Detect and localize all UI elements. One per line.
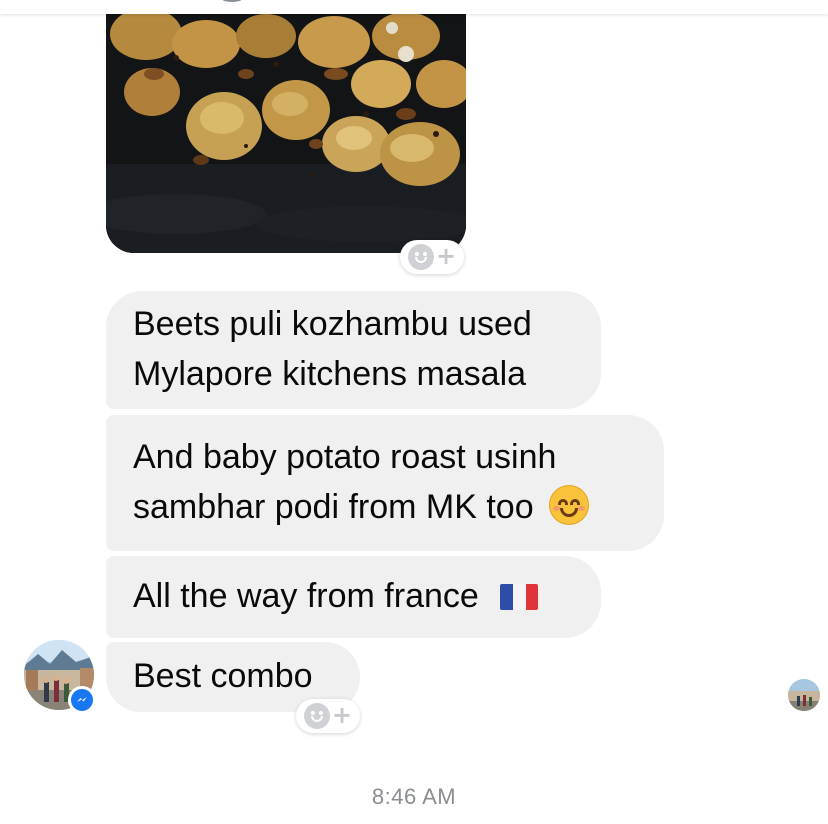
messenger-icon (68, 686, 96, 714)
add-reaction-icon (303, 703, 330, 729)
france-flag-emoji (500, 584, 539, 611)
add-reaction-button[interactable]: + (400, 240, 464, 274)
photo-attachment[interactable] (106, 14, 466, 253)
message-bubble[interactable]: And baby potato roast usinh sambhar podi… (106, 415, 664, 551)
message-text: And baby potato roast usinh (133, 438, 557, 477)
message-text: Mylapore kitchens masala (133, 355, 527, 393)
message-text: Best combo (133, 657, 313, 696)
plus-icon: + (331, 701, 353, 729)
add-reaction-button[interactable]: + (296, 699, 360, 733)
message-text: All the way from france (133, 577, 479, 616)
potato-roast-photo (106, 14, 466, 253)
message-text: Beets puli kozhambu used (133, 305, 532, 344)
message-bubble[interactable]: Beets puli kozhambu used Mylapore kitche… (106, 291, 601, 409)
header-bar-edge (0, 0, 828, 14)
chat-thread: + Beets puli kozhambu used Mylapore kitc… (0, 0, 828, 824)
message-bubble[interactable]: All the way from france (106, 556, 601, 638)
plus-icon: + (435, 242, 457, 270)
smiling-face-emoji (549, 485, 590, 525)
add-reaction-icon (407, 244, 434, 270)
seen-avatar (788, 679, 820, 711)
message-timestamp: 8:46 AM (371, 784, 457, 809)
message-text: sambhar podi from MK too (133, 488, 534, 526)
